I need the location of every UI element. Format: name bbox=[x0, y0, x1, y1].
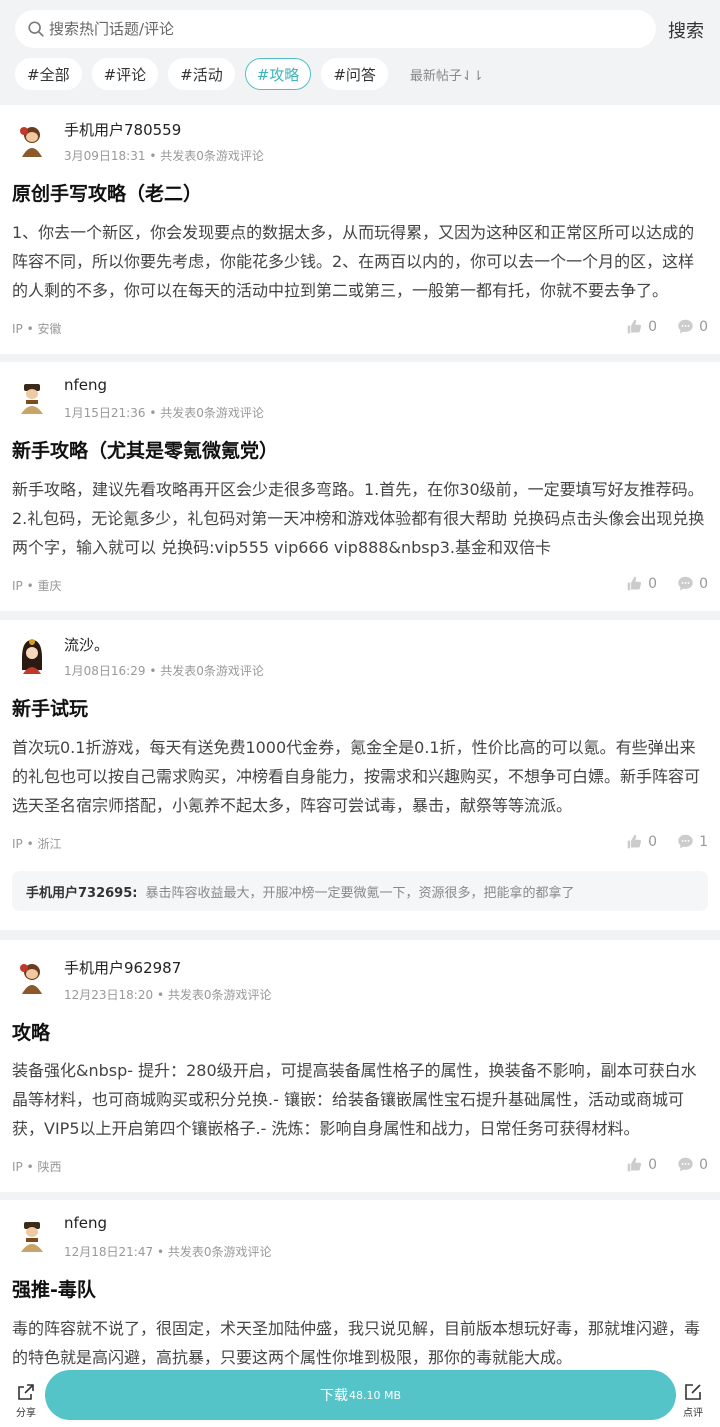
search-icon bbox=[28, 21, 44, 37]
thumbs-up-icon bbox=[627, 1157, 642, 1172]
post-meta: 1月08日16:29 • 共发表0条游戏评论 bbox=[64, 664, 264, 678]
tag-guide[interactable]: #攻略 bbox=[244, 58, 312, 90]
post-title[interactable]: 原创手写攻略（老二） bbox=[12, 179, 202, 206]
reply-text: 暴击阵容收益最大，开服冲榜一定要微氪一下，资源很多，把能拿的都拿了 bbox=[145, 885, 575, 901]
post-card[interactable]: nfeng 1月15日21:36 • 共发表0条游戏评论 新手攻略（尤其是零氪微… bbox=[0, 362, 720, 611]
comment-button[interactable]: 0 bbox=[677, 1156, 708, 1173]
thumbs-up-icon bbox=[627, 319, 642, 334]
like-count: 0 bbox=[648, 833, 658, 850]
like-count: 0 bbox=[648, 575, 658, 592]
post-card[interactable]: 手机用户780559 3月09日18:31 • 共发表0条游戏评论 原创手写攻略… bbox=[0, 105, 720, 354]
top-bar: 搜索 #全部 #评论 #活动 #攻略 #问答 最新帖子⇃⇂ bbox=[0, 0, 720, 104]
tag-review[interactable]: #评论 bbox=[91, 58, 159, 90]
post-meta: 1月15日21:36 • 共发表0条游戏评论 bbox=[64, 406, 264, 420]
post-content[interactable]: 毒的阵容就不说了，很固定，术天圣加陆仲盛，我只说见解，目前版本想玩好毒，那就堆闪… bbox=[12, 1314, 708, 1372]
comment-count: 0 bbox=[699, 575, 708, 592]
avatar[interactable] bbox=[12, 1216, 52, 1256]
like-count: 0 bbox=[648, 1156, 658, 1173]
share-label: 分享 bbox=[16, 1408, 36, 1419]
download-button[interactable]: 下载 48.10 MB bbox=[45, 1370, 676, 1420]
post-meta: 12月23日18:20 • 共发表0条游戏评论 bbox=[64, 988, 272, 1002]
avatar[interactable] bbox=[12, 378, 52, 418]
reply-username[interactable]: 手机用户732695: bbox=[26, 882, 137, 901]
username[interactable]: nfeng bbox=[64, 1214, 107, 1232]
like-button[interactable]: 0 bbox=[626, 1156, 657, 1173]
post-title[interactable]: 强推-毒队 bbox=[12, 1275, 96, 1302]
post-title[interactable]: 新手试玩 bbox=[12, 694, 88, 721]
post-actions: 0 0 bbox=[606, 575, 708, 592]
ip-location: IP • 浙江 bbox=[12, 837, 62, 851]
comment-count: 0 bbox=[699, 318, 708, 335]
comment-button[interactable]: 0 bbox=[677, 575, 708, 592]
review-button[interactable]: 点评 bbox=[673, 1382, 713, 1419]
bottom-bar: 分享 下载 48.10 MB 点评 bbox=[0, 1365, 720, 1427]
post-content[interactable]: 1、你去一个新区，你会发现要点的数据太多，从而玩得累，又因为这种区和正常区所可以… bbox=[12, 218, 708, 305]
username[interactable]: 手机用户962987 bbox=[64, 957, 181, 978]
like-count: 0 bbox=[648, 318, 658, 335]
tag-event[interactable]: #活动 bbox=[168, 58, 235, 90]
download-label: 下载 bbox=[319, 1388, 348, 1404]
ip-location: IP • 安徽 bbox=[12, 322, 62, 336]
comment-icon bbox=[678, 1157, 693, 1172]
post-date: 1月08日16:29 bbox=[64, 664, 146, 678]
post-content[interactable]: 新手攻略，建议先看攻略再开区会少走很多弯路。1.首先，在你30级前，一定要填写好… bbox=[12, 475, 708, 562]
like-button[interactable]: 0 bbox=[626, 318, 657, 335]
comment-count: 1 bbox=[699, 833, 708, 850]
post-card[interactable]: 手机用户962987 12月23日18:20 • 共发表0条游戏评论 攻略 装备… bbox=[0, 940, 720, 1192]
post-date: 3月09日18:31 bbox=[64, 149, 146, 163]
username[interactable]: nfeng bbox=[64, 376, 107, 394]
review-label: 点评 bbox=[683, 1408, 703, 1419]
avatar[interactable] bbox=[12, 121, 52, 161]
review-count: 共发表0条游戏评论 bbox=[160, 406, 264, 420]
review-count: 共发表0条游戏评论 bbox=[167, 1245, 272, 1259]
top-reply[interactable]: 手机用户732695: 暴击阵容收益最大，开服冲榜一定要微氪一下，资源很多，把能… bbox=[12, 871, 708, 911]
post-actions: 0 0 bbox=[606, 318, 708, 335]
sort-dropdown[interactable]: 最新帖子⇃⇂ bbox=[410, 65, 484, 84]
post-meta: 3月09日18:31 • 共发表0条游戏评论 bbox=[64, 149, 264, 163]
review-count: 共发表0条游戏评论 bbox=[160, 149, 264, 163]
avatar[interactable] bbox=[12, 636, 52, 676]
search-button[interactable]: 搜索 bbox=[668, 17, 704, 43]
post-content[interactable]: 装备强化&nbsp- 提升：280级开启，可提高装备属性格子的属性，换装备不影响… bbox=[12, 1056, 708, 1143]
comment-count: 0 bbox=[699, 1156, 708, 1173]
like-button[interactable]: 0 bbox=[626, 575, 657, 592]
post-date: 1月15日21:36 bbox=[64, 406, 146, 420]
comment-button[interactable]: 1 bbox=[677, 833, 708, 850]
like-button[interactable]: 0 bbox=[626, 833, 657, 850]
post-date: 12月18日21:47 bbox=[64, 1245, 154, 1259]
review-count: 共发表0条游戏评论 bbox=[167, 988, 272, 1002]
username[interactable]: 手机用户780559 bbox=[64, 119, 181, 140]
avatar[interactable] bbox=[12, 958, 52, 998]
comment-button[interactable]: 0 bbox=[677, 318, 708, 335]
edit-icon bbox=[685, 1384, 701, 1400]
search-bar[interactable] bbox=[15, 10, 656, 48]
post-meta: 12月18日21:47 • 共发表0条游戏评论 bbox=[64, 1245, 272, 1259]
post-card[interactable]: 流沙。 1月08日16:29 • 共发表0条游戏评论 新手试玩 首次玩0.1折游… bbox=[0, 620, 720, 930]
tag-qa[interactable]: #问答 bbox=[321, 58, 388, 90]
tag-all[interactable]: #全部 bbox=[15, 58, 82, 90]
username[interactable]: 流沙。 bbox=[64, 634, 109, 655]
download-size: 48.10 MB bbox=[348, 1388, 402, 1402]
ip-location: IP • 重庆 bbox=[12, 579, 62, 593]
post-date: 12月23日18:20 bbox=[64, 988, 154, 1002]
share-button[interactable]: 分享 bbox=[6, 1382, 46, 1419]
ip-location: IP • 陕西 bbox=[12, 1160, 62, 1174]
review-count: 共发表0条游戏评论 bbox=[160, 664, 264, 678]
tag-filter-bar: #全部 #评论 #活动 #攻略 #问答 最新帖子⇃⇂ bbox=[15, 58, 484, 90]
comment-icon bbox=[678, 319, 693, 334]
share-icon bbox=[18, 1384, 34, 1400]
post-title[interactable]: 新手攻略（尤其是零氪微氪党） bbox=[12, 436, 278, 463]
search-input[interactable] bbox=[49, 20, 609, 38]
thumbs-up-icon bbox=[627, 834, 642, 849]
post-title[interactable]: 攻略 bbox=[12, 1018, 50, 1045]
thumbs-up-icon bbox=[627, 576, 642, 591]
post-content[interactable]: 首次玩0.1折游戏，每天有送免费1000代金券，氪金全是0.1折，性价比高的可以… bbox=[12, 733, 708, 820]
comment-icon bbox=[678, 576, 693, 591]
post-actions: 0 1 bbox=[606, 833, 708, 850]
comment-icon bbox=[678, 834, 693, 849]
post-actions: 0 0 bbox=[606, 1156, 708, 1173]
